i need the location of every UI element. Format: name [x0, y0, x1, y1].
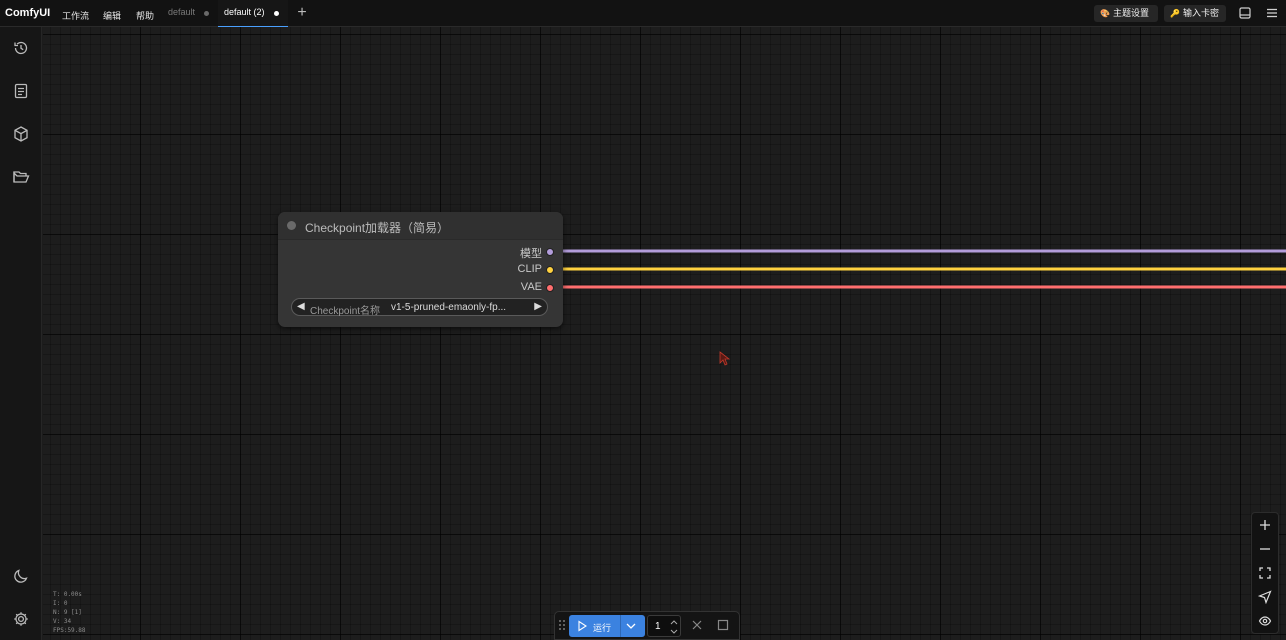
stat-v: V: 34 [53, 618, 72, 625]
run-button-divider [620, 615, 621, 637]
zoom-in-icon[interactable] [1258, 518, 1272, 532]
focus-icon[interactable] [1258, 590, 1272, 604]
output-slot-vae-icon[interactable] [546, 284, 554, 292]
run-toolbar: 运行 1 [554, 611, 740, 640]
increment-icon[interactable] [670, 618, 678, 626]
combo-next-arrow-icon[interactable]: ▶ [534, 301, 542, 312]
output-clip[interactable]: CLIP [478, 263, 558, 277]
chevron-down-icon[interactable] [625, 620, 637, 632]
stat-time: T: 0.00s [53, 591, 82, 598]
node-links [557, 249, 1286, 289]
checkpoint-name-combo[interactable]: ◀ Checkpoint名称 v1-5-pruned-emaonly-fp...… [291, 298, 548, 317]
node-collapse-dot-icon[interactable] [287, 221, 296, 230]
zoom-out-icon[interactable] [1258, 542, 1272, 556]
output-label: 模型 [520, 248, 542, 260]
stat-fps: FPS:59.88 [53, 627, 86, 634]
output-vae[interactable]: VAE [478, 281, 558, 295]
mouse-cursor-icon [719, 351, 731, 366]
output-label: CLIP [517, 263, 542, 275]
play-icon [578, 620, 587, 632]
canvas-controls [1251, 512, 1279, 634]
decrement-icon[interactable] [670, 628, 678, 636]
output-label: VAE [520, 281, 542, 293]
batch-count-input[interactable]: 1 [647, 615, 681, 637]
stat-nodes: N: 9 [1] [53, 609, 82, 616]
combo-label: Checkpoint名称 [310, 306, 381, 317]
combo-value: v1-5-pruned-emaonly-fp... [391, 302, 507, 313]
batch-count-value: 1 [655, 621, 661, 632]
toggle-links-eye-icon[interactable] [1258, 614, 1272, 628]
output-slot-model-icon[interactable] [546, 248, 554, 256]
run-label: 运行 [593, 623, 612, 633]
combo-prev-arrow-icon[interactable]: ◀ [297, 301, 305, 312]
stop-square-icon[interactable] [717, 619, 729, 631]
output-model[interactable]: 模型 [478, 245, 558, 260]
drag-handle-icon[interactable] [558, 619, 566, 631]
run-button[interactable]: 运行 [569, 615, 645, 637]
cancel-run-icon[interactable] [691, 619, 703, 631]
render-stats: T: 0.00s I: 0 N: 9 [1] V: 34 FPS:59.88 [53, 590, 86, 635]
output-slot-clip-icon[interactable] [546, 266, 554, 274]
node-header[interactable]: Checkpoint加载器（简易） [278, 212, 563, 240]
fit-view-icon[interactable] [1258, 566, 1272, 580]
checkpoint-loader-node[interactable]: Checkpoint加载器（简易） 模型 CLIP VAE ◀ Checkpoi… [278, 212, 563, 327]
node-title: Checkpoint加载器（简易） [305, 221, 450, 235]
stat-i: I: 0 [53, 600, 68, 607]
